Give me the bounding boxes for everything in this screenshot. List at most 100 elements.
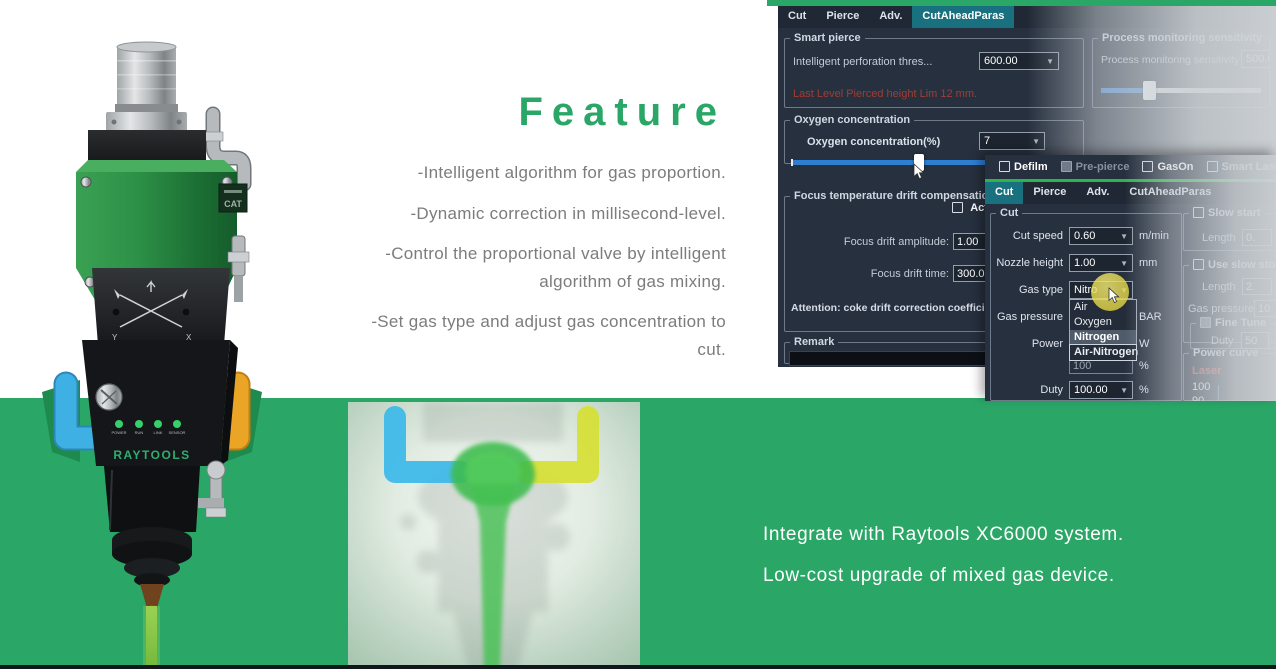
duty-label: Duty — [991, 384, 1063, 396]
gason-checkbox[interactable]: GasOn — [1142, 161, 1193, 173]
focus-time-label: Focus drift time: — [789, 268, 949, 280]
power-label: Power — [991, 338, 1063, 350]
win2-tab-pierce[interactable]: Pierce — [1023, 182, 1076, 204]
power-curve-laser-label: Laser — [1192, 365, 1221, 377]
fine-tune-duty-label: Duty — [1211, 335, 1234, 347]
smart-pierce-group: Smart pierce Intelligent perforation thr… — [784, 32, 1084, 108]
smart-laseroff-checkbox[interactable]: Smart LaserOff — [1207, 161, 1276, 173]
cut-speed-unit: m/min — [1139, 230, 1169, 242]
nozzle-height-select[interactable]: 1.00▼ — [1069, 254, 1133, 272]
brand-logo-text: RayTools — [113, 448, 190, 462]
led-label-link: LINK — [154, 430, 163, 435]
process-monitoring-title: Process monitoring sensitivity — [1098, 32, 1266, 44]
duty-select[interactable]: 100.00▼ — [1069, 381, 1133, 399]
slow-stop-length-input[interactable]: 2. — [1242, 278, 1272, 295]
checkbox-icon[interactable] — [1193, 259, 1204, 270]
power-curve-title: Power curve — [1189, 347, 1262, 359]
win1-tab-adv[interactable]: Adv. — [869, 6, 912, 28]
checkbox-icon[interactable] — [1193, 207, 1204, 218]
mouse-cursor-icon — [1108, 287, 1120, 304]
software-window-cut: Defilm Pre-pierce GasOn Smart LaserOff C… — [985, 155, 1276, 401]
process-sensitivity-label: Process monitoring sensitivity — [1101, 54, 1239, 66]
checkbox-icon[interactable] — [1061, 161, 1072, 172]
bottom-dark-strip — [0, 665, 1276, 669]
page: CAT Y X — [0, 0, 1276, 669]
cut-speed-select[interactable]: 0.60▼ — [1069, 227, 1133, 245]
feature-bullet-1: -Intelligent algorithm for gas proportio… — [338, 159, 726, 187]
process-option-row: Defilm Pre-pierce GasOn Smart LaserOff C… — [985, 155, 1276, 179]
checkbox-icon[interactable] — [1142, 161, 1153, 172]
mouse-cursor-icon — [913, 163, 925, 180]
chevron-down-icon: ▼ — [1120, 386, 1128, 395]
nozzle-height-label: Nozzle height — [991, 257, 1063, 269]
svg-text:CAT: CAT — [224, 199, 242, 209]
process-sensitivity-select[interactable]: 500.00▼ — [1241, 50, 1270, 68]
smart-pierce-title: Smart pierce — [790, 32, 865, 44]
win2-tab-cut[interactable]: Cut — [985, 182, 1023, 204]
slow-start-group: Slow start Length 0. — [1183, 207, 1276, 251]
remark-textarea[interactable] — [789, 351, 993, 366]
checkbox-icon[interactable] — [999, 161, 1010, 172]
chevron-down-icon: ▼ — [1046, 57, 1054, 66]
oxygen-select[interactable]: 7▼ — [979, 132, 1045, 150]
feature-bullet-2: -Dynamic correction in millisecond-level… — [338, 200, 726, 228]
process-slider-thumb[interactable] — [1143, 81, 1156, 100]
perforation-threshold-label: Intelligent perforation thres... — [793, 56, 932, 68]
slow-start-length-label: Length — [1202, 232, 1236, 244]
checkbox-icon[interactable] — [1200, 317, 1211, 328]
defilm-checkbox[interactable]: Defilm — [999, 161, 1048, 173]
nozzle-height-unit: mm — [1139, 257, 1157, 269]
feature-bullet-3: -Control the proportional valve by intel… — [338, 240, 726, 295]
gas-option-oxygen[interactable]: Oxygen — [1070, 315, 1136, 330]
process-monitoring-group: Process monitoring sensitivity Process m… — [1092, 32, 1270, 108]
checkbox-icon[interactable] — [952, 202, 963, 213]
power-curve-plot — [1218, 385, 1276, 401]
top-green-strip — [767, 0, 1276, 6]
win2-tab-adv[interactable]: Adv. — [1076, 182, 1119, 204]
slow-start-legend: Slow start — [1189, 207, 1265, 219]
focus-drift-group: Focus temperature drift compensation Act… — [784, 190, 1000, 332]
banner-line-1: Integrate with Raytools XC6000 system. — [763, 524, 1124, 546]
gas-type-label: Gas type — [991, 284, 1063, 296]
fiber-connector — [106, 42, 187, 132]
slow-start-length-input[interactable]: 0. — [1242, 229, 1272, 246]
pierce-warning-text: Last Level Pierced height Lim 12 mm. — [793, 88, 977, 100]
focus-drift-title: Focus temperature drift compensation — [790, 190, 999, 202]
pre-pierce-checkbox[interactable]: Pre-pierce — [1061, 161, 1130, 173]
feature-title: Feature — [338, 90, 726, 135]
power-curve-group: Power curve Laser 100 90 — [1183, 347, 1276, 401]
focus-amplitude-label: Focus drift amplitude: — [789, 236, 949, 248]
fine-tune-group: Fine Tune Duty 50 — [1190, 317, 1276, 349]
slow-stop-legend: Use slow stop — [1189, 259, 1276, 271]
axis-panel: Y X — [92, 268, 230, 345]
gas-mixing-visualization — [348, 402, 640, 669]
cut-parameters-group: Cut Cut speed 0.60▼ m/min Nozzle height … — [990, 207, 1182, 401]
oxygen-title: Oxygen concentration — [790, 114, 914, 126]
gas-pressure-label: Gas pressure — [991, 311, 1063, 323]
banner-text-block: Integrate with Raytools XC6000 system. L… — [763, 524, 1124, 606]
nozzle-assembly — [104, 461, 226, 611]
slow-stop-group: Use slow stop Length 2. Gas pressure 10 … — [1183, 259, 1276, 343]
slow-stop-gas-pressure-input[interactable]: 10 — [1254, 300, 1276, 317]
power-percent-unit: % — [1139, 360, 1149, 372]
win1-tab-pierce[interactable]: Pierce — [816, 6, 869, 28]
duty-unit: % — [1139, 384, 1149, 396]
perforation-threshold-select[interactable]: 600.00▼ — [979, 52, 1059, 70]
power-unit: W — [1139, 338, 1149, 350]
chevron-down-icon: ▼ — [1120, 259, 1128, 268]
remark-title: Remark — [790, 336, 838, 348]
gas-option-air-nitrogen[interactable]: Air-Nitrogen — [1070, 345, 1136, 360]
win1-tabbar: Cut Pierce Adv. CutAheadParas — [778, 6, 1276, 28]
led-label-sensor: SENSOR — [169, 430, 186, 435]
oxygen-label: Oxygen concentration(%) — [807, 136, 940, 148]
remark-group: Remark — [784, 336, 1000, 364]
gas-option-nitrogen[interactable]: Nitrogen — [1070, 330, 1136, 345]
checkbox-icon[interactable] — [1207, 161, 1218, 172]
win1-tab-cutaheadparas[interactable]: CutAheadParas — [912, 6, 1014, 28]
win2-tab-cutaheadparas[interactable]: CutAheadParas — [1119, 182, 1221, 204]
chevron-down-icon: ▼ — [1032, 137, 1040, 146]
cut-speed-label: Cut speed — [991, 230, 1063, 242]
chevron-down-icon: ▼ — [1120, 232, 1128, 241]
process-sensitivity-slider[interactable] — [1101, 88, 1261, 93]
win1-tab-cut[interactable]: Cut — [778, 6, 816, 28]
